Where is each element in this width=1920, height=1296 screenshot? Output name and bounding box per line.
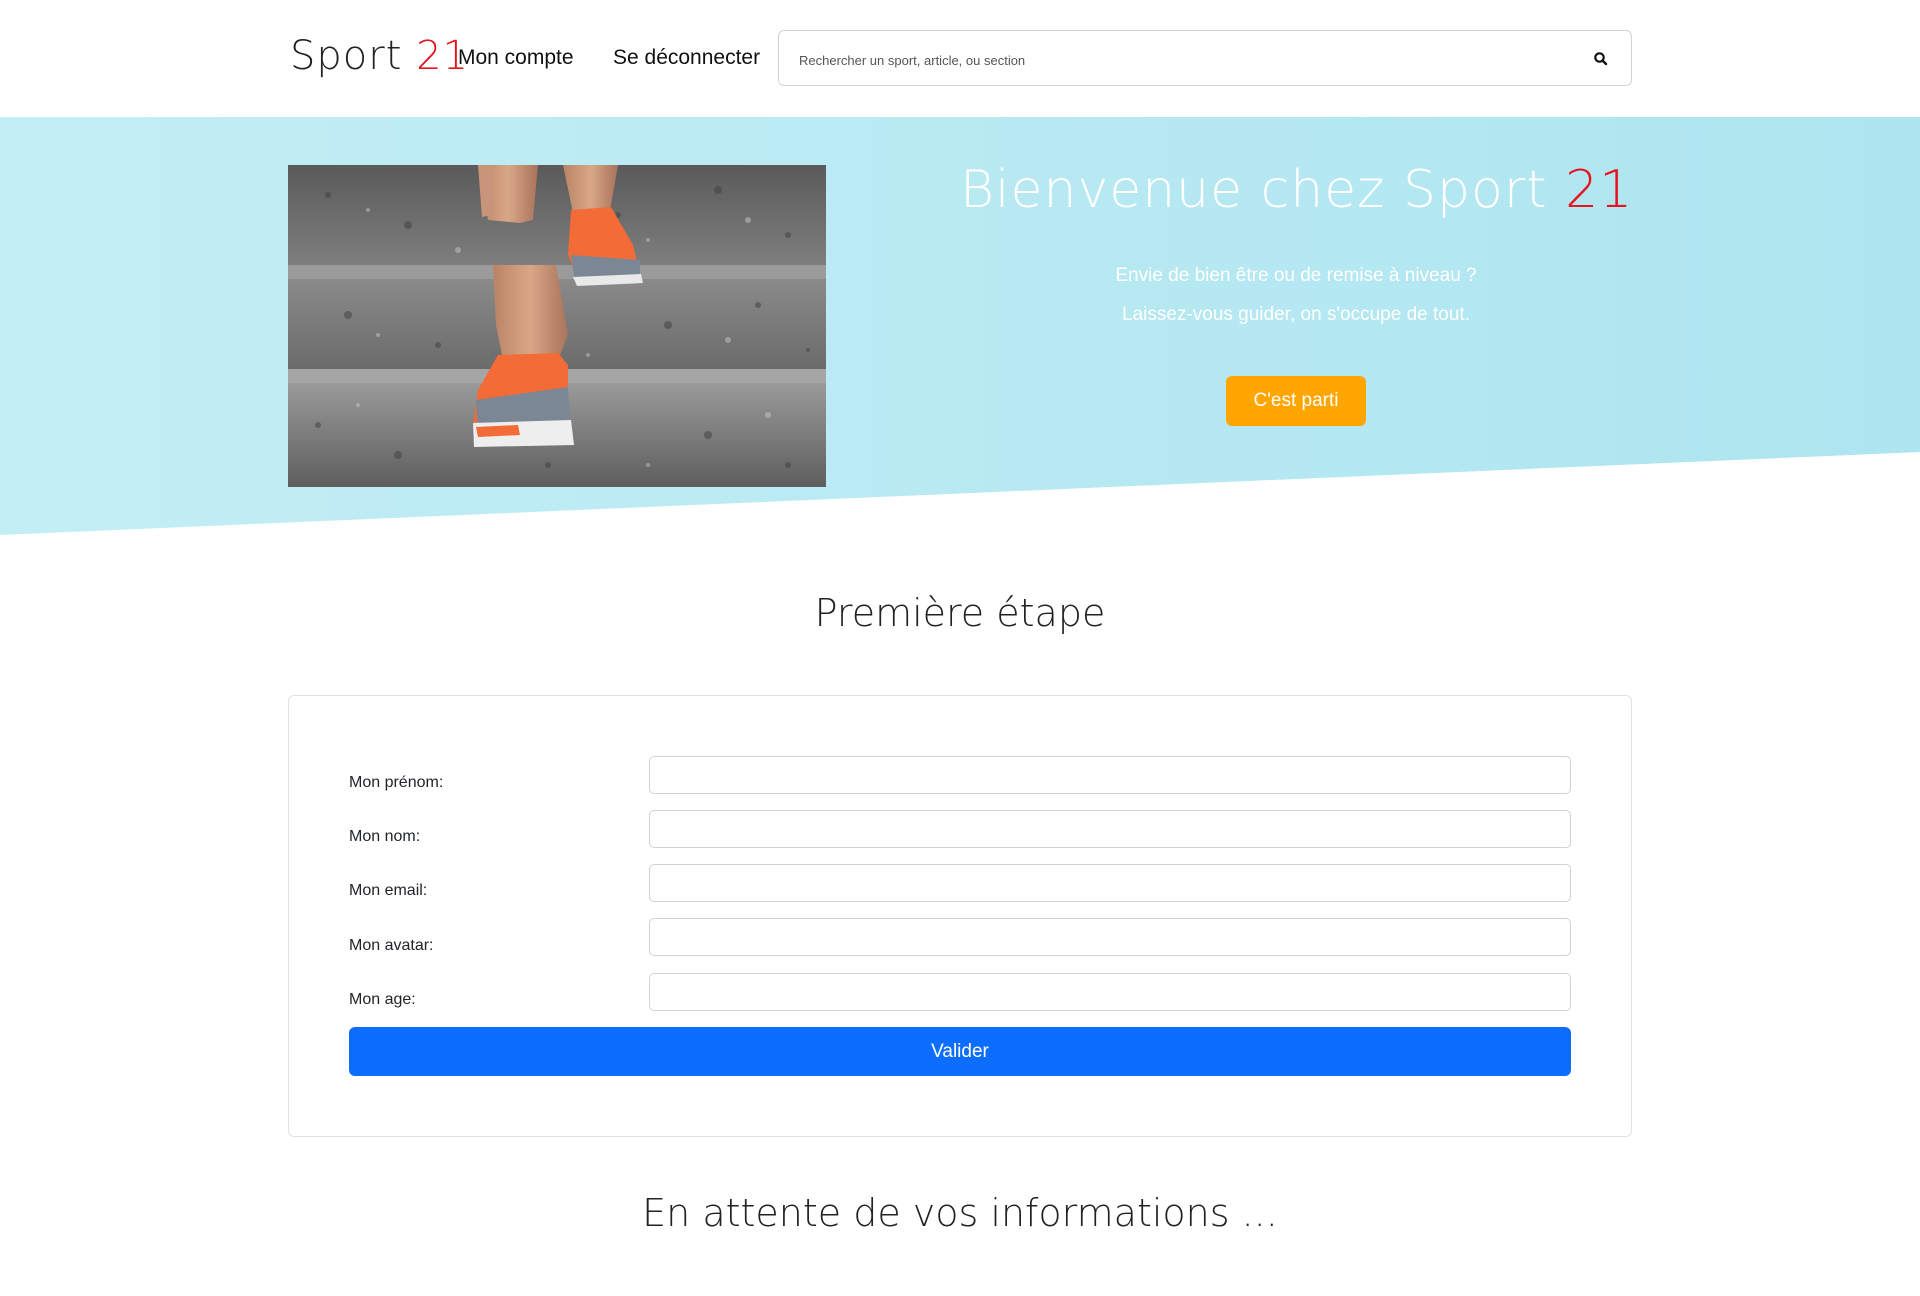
brand-logo[interactable]: Sport 21 — [290, 30, 469, 82]
email-input[interactable] — [649, 864, 1571, 902]
hero-title-text: Bienvenue chez Sport — [960, 160, 1548, 220]
firstname-label: Mon prénom: — [349, 774, 444, 791]
submit-button[interactable]: Valider — [349, 1027, 1571, 1076]
search-icon — [1594, 52, 1608, 66]
email-label: Mon email: — [349, 882, 428, 899]
avatar-label: Mon avatar: — [349, 937, 434, 954]
site-header: Sport 21 Mon compte Se déconnecter — [0, 0, 1920, 117]
search-bar — [778, 30, 1632, 86]
avatar-input[interactable] — [649, 918, 1571, 956]
nav-account-link[interactable]: Mon compte — [458, 44, 574, 72]
age-label: Mon age: — [349, 991, 416, 1008]
get-started-button[interactable]: C'est parti — [1226, 376, 1366, 426]
firstname-input[interactable] — [649, 756, 1571, 794]
hero-subtitle-line-2: Laissez-vous guider, on s'occupe de tout… — [1122, 304, 1470, 325]
nav-logout-link[interactable]: Se déconnecter — [613, 44, 760, 72]
waiting-status-text: En attente de vos informations ... — [642, 1191, 1278, 1235]
search-button[interactable] — [1591, 49, 1611, 69]
age-input[interactable] — [649, 973, 1571, 1011]
lastname-input[interactable] — [649, 810, 1571, 848]
hero-title-accent: 21 — [1565, 160, 1634, 220]
profile-form-card: Mon prénom: Mon nom: Mon email: Mon avat… — [288, 695, 1632, 1137]
hero-banner: Bienvenue chez Sport 21 Envie de bien êt… — [0, 117, 1920, 537]
hero-photo-running-shoes — [288, 165, 826, 487]
lastname-label: Mon nom: — [349, 828, 421, 845]
hero-title: Bienvenue chez Sport 21 — [960, 155, 1632, 225]
hero-subtitle-line-1: Envie de bien être ou de remise à niveau… — [1115, 265, 1477, 286]
search-input[interactable] — [797, 45, 1561, 75]
running-shoes-image — [288, 165, 826, 487]
form-section-title: Première étape — [814, 591, 1106, 635]
brand-name: Sport — [290, 33, 403, 79]
